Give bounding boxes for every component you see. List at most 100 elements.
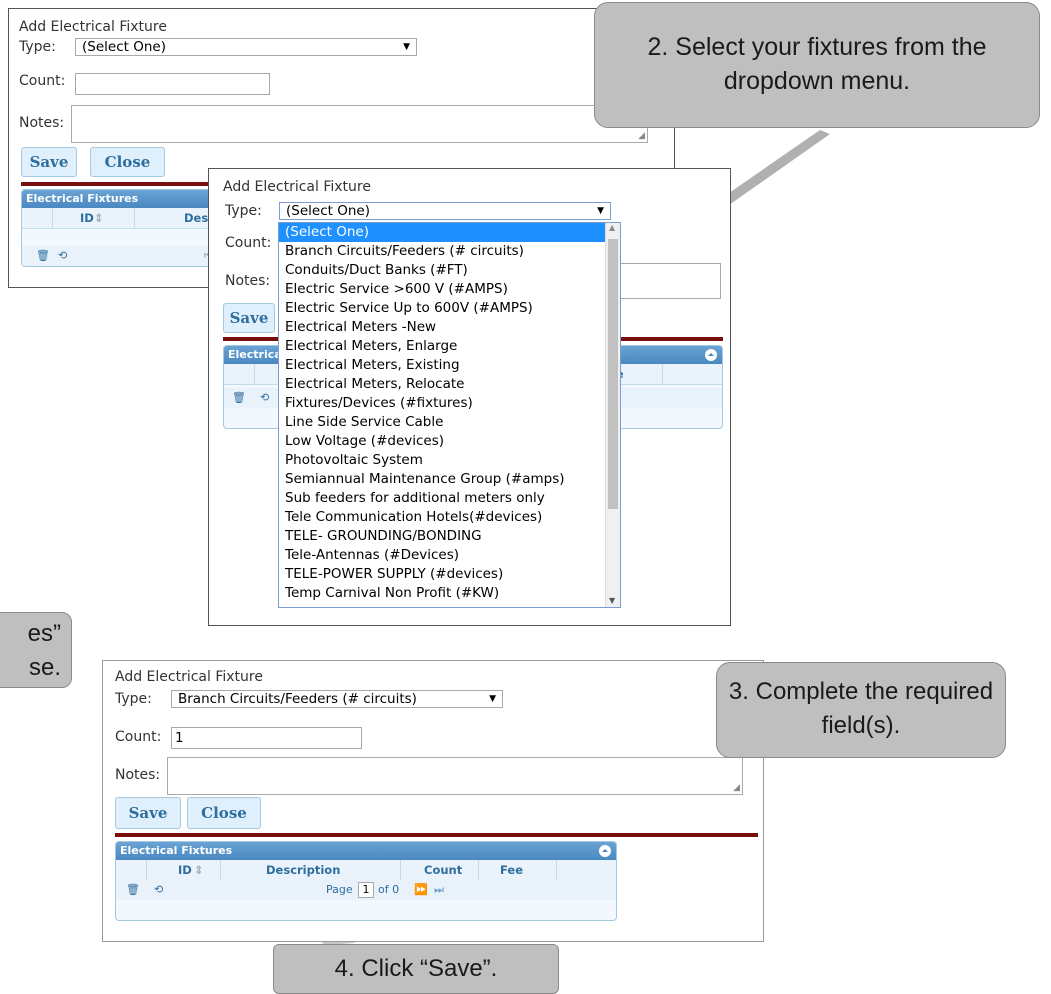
- dropdown-option[interactable]: Fixtures/Devices (#fixtures): [279, 394, 607, 413]
- dropdown-option[interactable]: (Select One): [279, 223, 607, 242]
- col-header-description[interactable]: Description: [266, 863, 340, 877]
- col-divider: [556, 860, 557, 880]
- grid-header: ID ⇕ Description Count Fee: [116, 860, 616, 881]
- col-divider: [134, 208, 135, 228]
- dropdown-option[interactable]: TELE- GROUNDING/BONDING: [279, 527, 607, 546]
- type-select[interactable]: (Select One) ▼: [75, 38, 417, 56]
- refresh-icon[interactable]: ⟲: [260, 391, 269, 404]
- dropdown-option[interactable]: TELE-POWER SUPPLY (#devices): [279, 565, 607, 584]
- resize-grip-icon[interactable]: ◢: [638, 131, 645, 141]
- dropdown-option[interactable]: Branch Circuits/Feeders (# circuits): [279, 242, 607, 261]
- col-header-id[interactable]: ID: [178, 863, 192, 877]
- notes-textarea[interactable]: ◢: [71, 105, 648, 143]
- fixture-panel-dropdown: Add Electrical Fixture Type: (Select One…: [208, 168, 731, 626]
- dropdown-option[interactable]: Electrical Meters -New: [279, 318, 607, 337]
- count-label: Count:: [115, 729, 162, 745]
- scroll-down-icon[interactable]: ▼: [609, 596, 615, 605]
- dropdown-option[interactable]: Electric Service Up to 600V (#AMPS): [279, 299, 607, 318]
- callout-partial-line1: es”: [27, 620, 61, 647]
- pager-total: of 0: [378, 883, 400, 896]
- col-divider: [478, 860, 479, 880]
- type-select-value: (Select One): [82, 39, 166, 55]
- col-header-id[interactable]: ID: [80, 211, 94, 225]
- fixture-panel-bottom: Add Electrical Fixture Type: Branch Circ…: [102, 660, 764, 942]
- dropdown-option[interactable]: Low Voltage (#devices): [279, 432, 607, 451]
- chevron-down-icon: ▼: [597, 206, 604, 216]
- type-select-value: Branch Circuits/Feeders (# circuits): [178, 691, 417, 707]
- last-page-icon[interactable]: ⏭: [434, 883, 444, 897]
- dropdown-option[interactable]: Tele Communication Hotels(#devices): [279, 508, 607, 527]
- refresh-icon[interactable]: ⟲: [58, 249, 67, 262]
- count-input[interactable]: 1: [171, 727, 362, 749]
- save-button[interactable]: Save: [21, 147, 77, 177]
- notes-textarea[interactable]: [609, 263, 721, 299]
- callout-step2: 2. Select your fixtures from the dropdow…: [594, 2, 1040, 128]
- type-label: Type:: [115, 691, 152, 707]
- callout-partial-left: es” se.: [0, 612, 72, 688]
- col-divider: [662, 364, 663, 384]
- type-dropdown-list[interactable]: (Select One) Branch Circuits/Feeders (# c…: [278, 222, 621, 608]
- panel-title: Add Electrical Fixture: [19, 19, 167, 35]
- count-label: Count:: [225, 235, 272, 251]
- type-select-value: (Select One): [286, 203, 370, 219]
- dropdown-option[interactable]: Line Side Service Cable: [279, 413, 607, 432]
- chevron-down-icon: ▼: [403, 42, 410, 52]
- scroll-up-icon[interactable]: ▲: [609, 223, 615, 232]
- dropdown-option[interactable]: Conduits/Duct Banks (#FT): [279, 261, 607, 280]
- close-button[interactable]: Close: [187, 797, 261, 829]
- col-divider: [146, 860, 147, 880]
- close-button[interactable]: Close: [90, 147, 165, 177]
- chevron-down-icon: ▼: [489, 694, 496, 704]
- collapse-icon[interactable]: [705, 349, 717, 361]
- dropdown-option[interactable]: Electrical Meters, Relocate: [279, 375, 607, 394]
- dropdown-option[interactable]: Electrical Meters, Existing: [279, 356, 607, 375]
- count-input[interactable]: [75, 73, 270, 95]
- callout-step3: 3. Complete the required field(s).: [716, 662, 1006, 758]
- count-label: Count:: [19, 73, 66, 89]
- pager-label: Page: [326, 883, 353, 896]
- collapse-icon[interactable]: [599, 845, 611, 857]
- col-header-fee[interactable]: Fee: [500, 863, 523, 877]
- save-button[interactable]: Save: [223, 303, 275, 333]
- sort-icon[interactable]: ⇕: [194, 863, 204, 877]
- notes-label: Notes:: [225, 273, 271, 289]
- col-divider: [220, 860, 221, 880]
- trash-icon[interactable]: 🗑: [126, 883, 140, 896]
- type-label: Type:: [225, 203, 262, 219]
- col-divider: [400, 860, 401, 880]
- fixtures-grid: Electrical Fixtures ID ⇕ Description Cou…: [115, 841, 617, 921]
- panel-title: Add Electrical Fixture: [223, 179, 371, 195]
- type-select[interactable]: (Select One) ▼: [279, 202, 611, 220]
- grid-footer: 🗑 ⟲ Page 1 of 0 ⏩ ⏭: [116, 880, 616, 900]
- dropdown-option[interactable]: Temp Carnival Non Profit (#KW): [279, 584, 607, 603]
- dropdown-option[interactable]: Photovoltaic System: [279, 451, 607, 470]
- dropdown-option[interactable]: Electrical Meters, Enlarge: [279, 337, 607, 356]
- trash-icon[interactable]: 🗑: [232, 391, 246, 404]
- divider-bar: [115, 833, 758, 837]
- dropdown-scrollbar[interactable]: ▲ ▼: [605, 223, 620, 607]
- col-header-count[interactable]: Count: [424, 863, 462, 877]
- dropdown-option[interactable]: Semiannual Maintenance Group (#amps): [279, 470, 607, 489]
- notes-label: Notes:: [115, 767, 161, 783]
- dropdown-option[interactable]: Electric Service >600 V (#AMPS): [279, 280, 607, 299]
- resize-grip-icon[interactable]: ◢: [733, 783, 740, 793]
- trash-icon[interactable]: 🗑: [36, 249, 50, 262]
- refresh-icon[interactable]: ⟲: [154, 883, 163, 896]
- callout-step4: 4. Click “Save”.: [273, 944, 559, 994]
- type-select[interactable]: Branch Circuits/Feeders (# circuits) ▼: [171, 690, 503, 708]
- dropdown-option[interactable]: Tele-Antennas (#Devices): [279, 546, 607, 565]
- save-button[interactable]: Save: [115, 797, 181, 829]
- col-divider: [52, 208, 53, 228]
- grid-title: Electrical Fixtures: [116, 842, 616, 860]
- next-page-icon[interactable]: ⏩: [414, 883, 428, 896]
- col-divider: [254, 364, 255, 384]
- scrollbar-thumb[interactable]: [608, 239, 618, 509]
- type-label: Type:: [19, 39, 56, 55]
- page-number-input[interactable]: 1: [358, 882, 374, 898]
- notes-textarea[interactable]: ◢: [167, 757, 743, 795]
- notes-label: Notes:: [19, 115, 65, 131]
- sort-icon[interactable]: ⇕: [94, 211, 104, 225]
- panel-title: Add Electrical Fixture: [115, 669, 263, 685]
- callout-partial-line2: se.: [28, 654, 61, 681]
- dropdown-option[interactable]: Sub feeders for additional meters only: [279, 489, 607, 508]
